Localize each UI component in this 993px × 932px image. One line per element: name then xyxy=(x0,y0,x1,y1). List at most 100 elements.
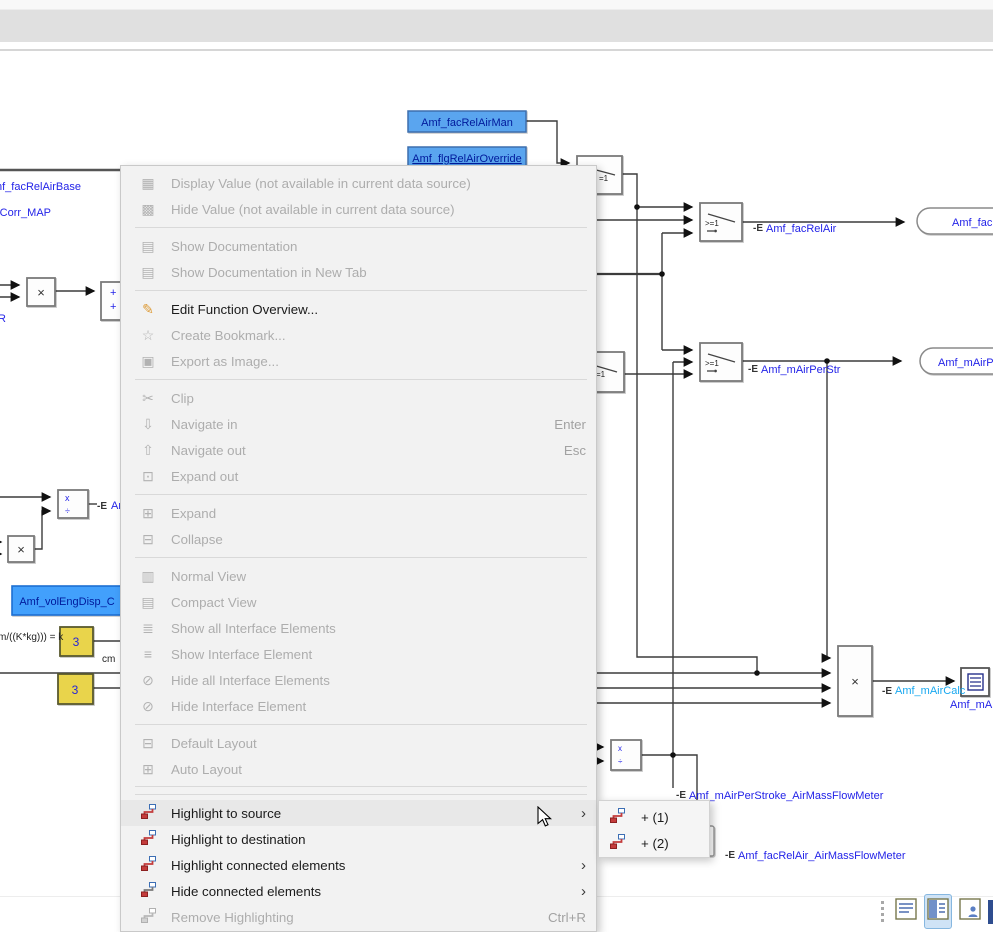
submenu-item-plus-2[interactable]: + (2) xyxy=(599,830,709,856)
switch4-condition: =1 xyxy=(596,370,606,379)
volEngDisp-label: Amf_volEngDisp_C xyxy=(19,596,114,608)
menu-item-highlight-connected-elements[interactable]: Highlight connected elements › xyxy=(121,852,596,878)
menu-item-navigate-in: ⇩ Navigate in Enter xyxy=(121,411,596,437)
label-formula: m/((K*kg))) = k xyxy=(0,632,64,643)
menu-item-shortcut: Enter xyxy=(554,417,586,432)
menu-item-export-as-image: ▣ Export as Image... xyxy=(121,348,596,374)
label-mAirCalc[interactable]: Amf_mAirCalc xyxy=(895,685,966,697)
label-facRelAirBase[interactable]: nf_facRelAirBase xyxy=(0,181,81,193)
default-layout-icon: ⊟ xyxy=(137,735,159,752)
menu-item-hide-connected-elements[interactable]: Hide connected elements › xyxy=(121,878,596,904)
partial-view-button[interactable] xyxy=(988,900,993,924)
divide-d-x: x xyxy=(65,493,70,503)
menu-separator xyxy=(121,285,596,296)
document-view-button[interactable] xyxy=(892,894,920,929)
menu-item-label: Normal View xyxy=(171,569,586,584)
highlight-source-icon xyxy=(609,834,629,852)
resize-grip[interactable] xyxy=(881,901,884,922)
remove-highlighting-icon xyxy=(137,908,159,926)
label-r[interactable]: R xyxy=(0,313,6,325)
divide-block-d[interactable] xyxy=(58,490,88,518)
label-mAirPerStr[interactable]: Amf_mAirPerStr xyxy=(761,364,841,376)
menu-item-edit-function-overview[interactable]: ✎ Edit Function Overview... xyxy=(121,296,596,322)
menu-item-label: Highlight to source xyxy=(171,806,572,821)
menu-separator xyxy=(121,719,596,730)
split-view-icon xyxy=(927,897,949,921)
menu-item-label: Export as Image... xyxy=(171,354,586,369)
port-marker-mAirCalc: -E xyxy=(882,686,892,697)
menu-item-highlight-to-source[interactable]: Highlight to source › xyxy=(121,800,596,826)
menu-item-highlight-to-destination[interactable]: Highlight to destination xyxy=(121,826,596,852)
arrow-down-icon: ⇩ xyxy=(137,416,159,433)
outport-label-facRe[interactable]: Amf_facRe xyxy=(952,217,993,229)
display-value-icon: ▦ xyxy=(137,175,159,192)
submenu-item-label: + (2) xyxy=(641,836,669,851)
outport-caption-mA[interactable]: Amf_mA xyxy=(950,699,993,711)
menu-item-label: Display Value (not available in current … xyxy=(171,176,586,191)
label-facRelAir-meter[interactable]: Amf_facRelAir_AirMassFlowMeter xyxy=(738,850,906,862)
expand-out-icon: ⊡ xyxy=(137,468,159,485)
multiply-a-sign: × xyxy=(37,285,45,300)
menu-item-label: Edit Function Overview... xyxy=(171,302,586,317)
menu-item-create-bookmark: ☆ Create Bookmark... xyxy=(121,322,596,348)
menu-item-show-interface-element: ≡ Show Interface Element xyxy=(121,641,596,667)
menu-item-display-value: ▦ Display Value (not available in curren… xyxy=(121,170,596,196)
menu-item-label: Compact View xyxy=(171,595,586,610)
divide-b-sign: ÷ xyxy=(618,757,623,766)
submenu-item-plus-1[interactable]: + (1) xyxy=(599,804,709,830)
hide-list-icon: ⊘ xyxy=(137,698,159,715)
highlight-connected-icon xyxy=(137,856,159,874)
label-facRelAir[interactable]: Amf_facRelAir xyxy=(766,223,837,235)
divide-b-x: x xyxy=(618,744,622,753)
menu-item-default-layout: ⊟ Default Layout xyxy=(121,730,596,756)
port-marker-facRelAir: -E xyxy=(753,223,763,234)
port-marker-facRelAir-meter: -E xyxy=(725,850,735,861)
submenu-arrow-icon: › xyxy=(572,805,586,822)
person-view-icon xyxy=(959,897,981,921)
menu-item-clip: ✂ Clip xyxy=(121,385,596,411)
divide-d-sign: ÷ xyxy=(65,506,70,516)
menu-item-show-documentation: ▤ Show Documentation xyxy=(121,233,596,259)
label-mAirPerStroke-meter[interactable]: Amf_mAirPerStroke_AirMassFlowMeter xyxy=(689,790,884,802)
menu-item-label: Expand xyxy=(171,506,586,521)
menu-item-label: Show Documentation xyxy=(171,239,586,254)
menu-item-navigate-out: ⇧ Navigate out Esc xyxy=(121,437,596,463)
constant-1-value: 3 xyxy=(73,635,80,649)
person-view-button[interactable] xyxy=(956,894,984,929)
port-marker-am: -E xyxy=(97,501,107,512)
menu-item-label: Show Interface Element xyxy=(171,647,586,662)
menu-item-label: Hide Value (not available in current dat… xyxy=(171,202,586,217)
submenu-item-label: + (1) xyxy=(641,810,669,825)
compact-view-icon: ▤ xyxy=(137,594,159,611)
label-corrMAP[interactable]: rCorr_MAP xyxy=(0,207,51,219)
multiply-main-sign: × xyxy=(851,674,859,689)
highlight-source-icon xyxy=(609,808,629,826)
context-menu: ▦ Display Value (not available in curren… xyxy=(120,165,597,932)
hide-connected-icon xyxy=(137,882,159,900)
menu-item-show-all-interface-elements: ≣ Show all Interface Elements xyxy=(121,615,596,641)
document-view-icon xyxy=(895,897,917,921)
pencil-icon: ✎ xyxy=(137,301,159,318)
star-icon: ☆ xyxy=(137,327,159,344)
menu-item-label: Show all Interface Elements xyxy=(171,621,586,636)
menu-item-label: Hide all Interface Elements xyxy=(171,673,586,688)
menu-item-label: Remove Highlighting xyxy=(171,910,530,925)
menu-item-hide-interface-element: ⊘ Hide Interface Element xyxy=(121,693,596,719)
split-view-button[interactable] xyxy=(924,894,952,929)
divide-block-b[interactable] xyxy=(611,740,641,770)
menu-item-label: Highlight connected elements xyxy=(171,858,572,873)
hide-value-icon: ▩ xyxy=(137,201,159,218)
menu-item-compact-view: ▤ Compact View xyxy=(121,589,596,615)
menu-item-normal-view: ▥ Normal View xyxy=(121,563,596,589)
switch2-condition: >=1 xyxy=(705,219,719,228)
menu-item-label: Expand out xyxy=(171,469,586,484)
auto-layout-icon: ⊞ xyxy=(137,761,159,778)
list-icon: ≡ xyxy=(137,646,159,662)
menu-item-label: Navigate out xyxy=(171,443,546,458)
menu-separator xyxy=(121,374,596,385)
menu-item-hide-value: ▩ Hide Value (not available in current d… xyxy=(121,196,596,222)
menu-item-shortcut: Esc xyxy=(564,443,586,458)
outport-label-mAirP[interactable]: Amf_mAirP xyxy=(938,357,993,369)
highlight-to-source-submenu: + (1) + (2) xyxy=(598,800,710,858)
export-image-icon: ▣ xyxy=(137,353,159,370)
